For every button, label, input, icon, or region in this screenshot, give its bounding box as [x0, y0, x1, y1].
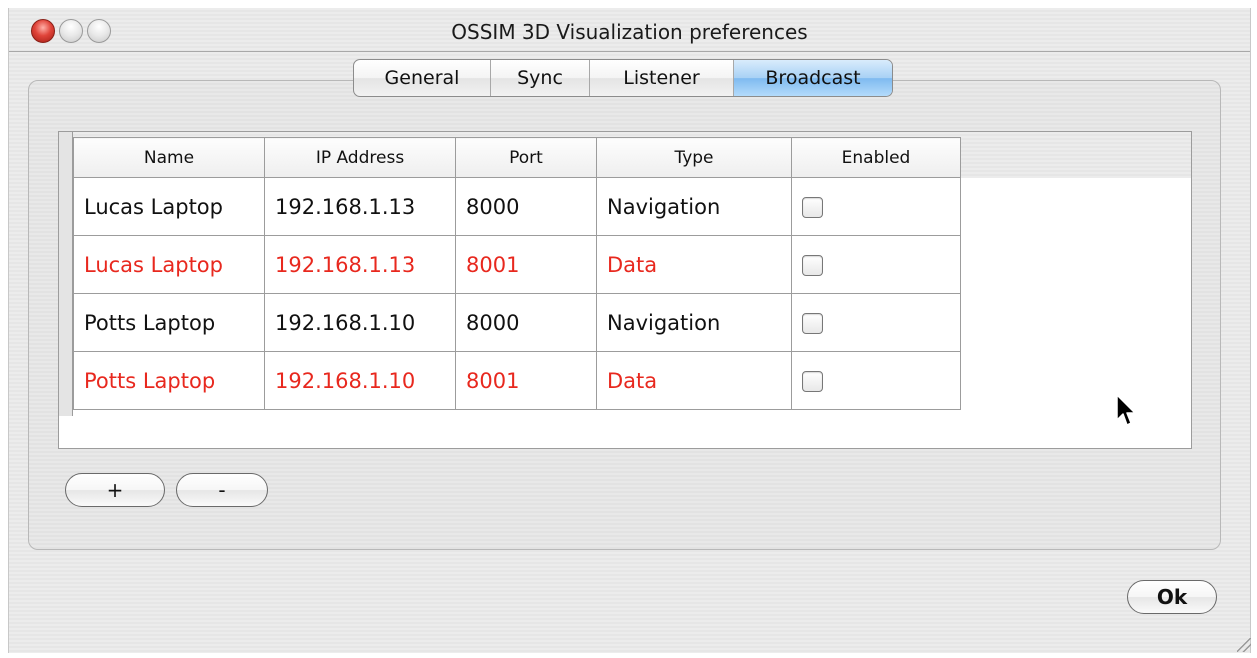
- cell-ip[interactable]: 192.168.1.13: [264, 177, 456, 236]
- tab-listener[interactable]: Listener: [590, 60, 734, 96]
- tab-general[interactable]: General: [354, 60, 491, 96]
- tab-bar: General Sync Listener Broadcast: [353, 59, 893, 97]
- type-value: Navigation: [607, 194, 721, 219]
- column-header-enabled[interactable]: Enabled: [791, 137, 961, 178]
- column-header-ip-address[interactable]: IP Address: [264, 137, 456, 178]
- column-header-type[interactable]: Type: [596, 137, 792, 178]
- cell-enabled: [791, 293, 961, 352]
- cell-port[interactable]: 8000: [455, 293, 597, 352]
- ip-value: 192.168.1.10: [275, 310, 416, 335]
- table-header-row: Name IP Address Port Type Enabled: [73, 137, 961, 178]
- mouse-pointer-icon: [1116, 394, 1136, 426]
- remove-broadcast-button[interactable]: -: [176, 473, 268, 507]
- enabled-checkbox[interactable]: [802, 197, 823, 218]
- ip-value: 192.168.1.13: [275, 252, 416, 277]
- cell-ip[interactable]: 192.168.1.10: [264, 351, 456, 410]
- cell-name[interactable]: Potts Laptop: [73, 293, 265, 352]
- cell-port[interactable]: 8001: [455, 235, 597, 294]
- cell-type[interactable]: Data: [596, 351, 792, 410]
- name-value: Potts Laptop: [84, 368, 216, 393]
- broadcast-table-container: Name IP Address Port Type Enabled Lucas …: [58, 131, 1192, 449]
- cell-ip[interactable]: 192.168.1.10: [264, 293, 456, 352]
- cell-type[interactable]: Data: [596, 235, 792, 294]
- column-header-port[interactable]: Port: [455, 137, 597, 178]
- tab-sync[interactable]: Sync: [491, 60, 590, 96]
- window-title: OSSIM 3D Visualization preferences: [451, 20, 808, 44]
- title-bar[interactable]: OSSIM 3D Visualization preferences: [9, 8, 1250, 52]
- type-value: Data: [607, 368, 658, 393]
- cell-port[interactable]: 8000: [455, 177, 597, 236]
- table-row[interactable]: Potts Laptop 192.168.1.10 8000 Navigatio…: [73, 293, 961, 352]
- ip-value: 192.168.1.10: [275, 368, 416, 393]
- cell-type[interactable]: Navigation: [596, 177, 792, 236]
- tab-broadcast[interactable]: Broadcast: [734, 60, 892, 96]
- port-value: 8000: [466, 310, 520, 335]
- name-value: Lucas Laptop: [84, 194, 223, 219]
- port-value: 8000: [466, 194, 520, 219]
- port-value: 8001: [466, 368, 520, 393]
- cell-ip[interactable]: 192.168.1.13: [264, 235, 456, 294]
- cell-name[interactable]: Lucas Laptop: [73, 235, 265, 294]
- name-value: Lucas Laptop: [84, 252, 223, 277]
- table-row[interactable]: Potts Laptop 192.168.1.10 8001 Data: [73, 351, 961, 410]
- table-row[interactable]: Lucas Laptop 192.168.1.13 8001 Data: [73, 235, 961, 294]
- cell-port[interactable]: 8001: [455, 351, 597, 410]
- name-value: Potts Laptop: [84, 310, 216, 335]
- column-header-name[interactable]: Name: [73, 137, 265, 178]
- row-header-gutter: [59, 132, 73, 416]
- cell-enabled: [791, 351, 961, 410]
- ok-button[interactable]: Ok: [1127, 580, 1217, 614]
- cell-enabled: [791, 235, 961, 294]
- cell-name[interactable]: Lucas Laptop: [73, 177, 265, 236]
- cell-name[interactable]: Potts Laptop: [73, 351, 265, 410]
- type-value: Data: [607, 252, 658, 277]
- broadcast-table: Name IP Address Port Type Enabled Lucas …: [73, 137, 961, 410]
- port-value: 8001: [466, 252, 520, 277]
- resize-grip-icon[interactable]: [1237, 638, 1251, 652]
- add-broadcast-button[interactable]: +: [65, 473, 165, 507]
- cell-type[interactable]: Navigation: [596, 293, 792, 352]
- enabled-checkbox[interactable]: [802, 255, 823, 276]
- ip-value: 192.168.1.13: [275, 194, 416, 219]
- type-value: Navigation: [607, 310, 721, 335]
- enabled-checkbox[interactable]: [802, 371, 823, 392]
- cell-enabled: [791, 177, 961, 236]
- enabled-checkbox[interactable]: [802, 313, 823, 334]
- table-row[interactable]: Lucas Laptop 192.168.1.13 8000 Navigatio…: [73, 177, 961, 236]
